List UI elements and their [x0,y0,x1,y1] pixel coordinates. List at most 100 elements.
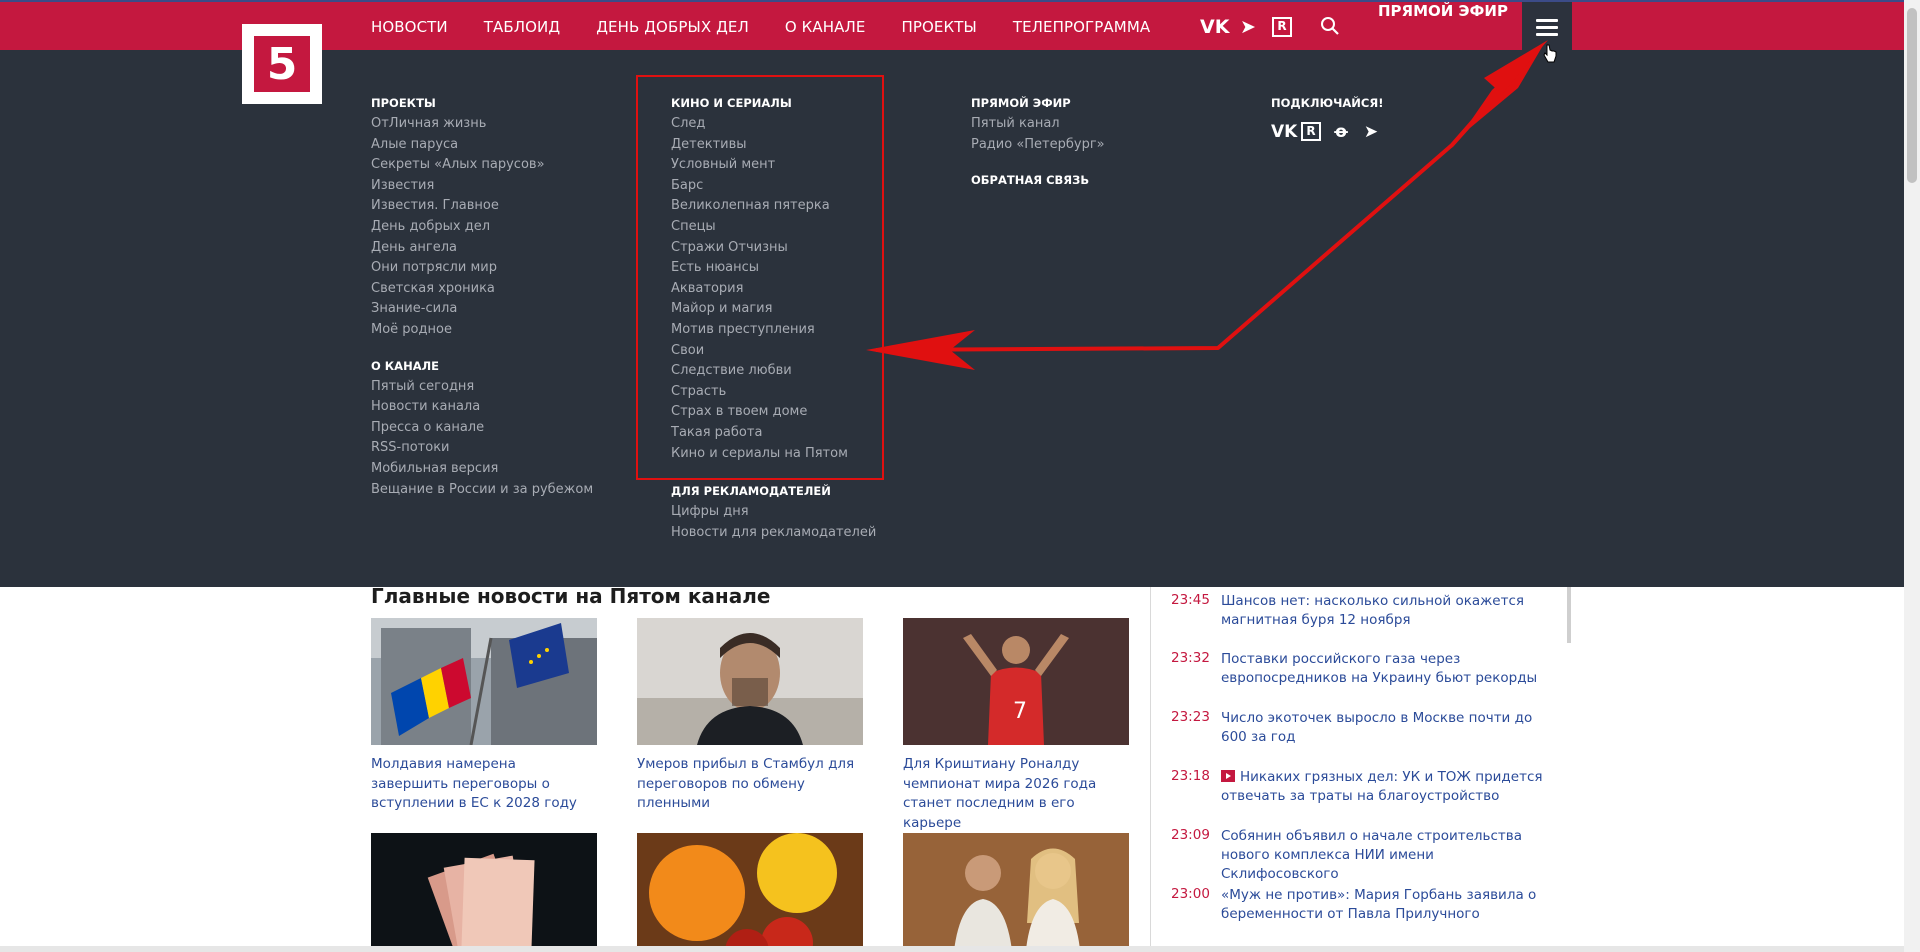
menu-item-series[interactable]: Мотив преступления [671,320,876,341]
menu-item-series[interactable]: Спецы [671,217,876,238]
page-bottom-strip [0,946,1904,952]
menu-list-projects: ОтЛичная жизнь Алые паруса Секреты «Алых п… [371,114,593,341]
menu-item-series[interactable]: Есть нюансы [671,258,876,279]
feed-headline[interactable]: Число экоточек выросло в Москве почти до… [1221,709,1551,747]
menu-item-series[interactable]: Майор и магия [671,299,876,320]
menu-heading-channel[interactable]: О КАНАЛЕ [371,359,593,373]
news-caption[interactable]: Молдавия намерена завершить переговоры о… [371,755,597,814]
rutube-icon[interactable]: R [1301,122,1321,141]
burger-line [1536,18,1558,22]
news-card[interactable] [903,833,1129,952]
menu-item-channel[interactable]: Пресса о канале [371,418,593,439]
menu-item-series[interactable]: Детективы [671,135,876,156]
money-banknotes-photo [371,833,597,952]
news-caption[interactable]: Для Криштиану Роналду чемпионат мира 202… [903,755,1129,833]
feed-scrollbar[interactable] [1567,587,1571,643]
menu-item-advertisers[interactable]: Новости для рекламодателей [671,523,876,544]
menu-heading-feedback[interactable]: ОБРАТНАЯ СВЯЗЬ [971,173,1105,187]
scrollbar-thumb[interactable] [1907,8,1917,183]
menu-item-project[interactable]: Известия. Главное [371,196,593,217]
menu-item-channel[interactable]: Мобильная версия [371,459,593,480]
vk-icon[interactable]: VK [1271,122,1297,142]
feed-time: 23:32 [1171,650,1210,666]
menu-list-channel: Пятый сегодня Новости канала Пресса о кана… [371,377,593,501]
feed-time: 23:23 [1171,709,1210,725]
menu-item-series[interactable]: Барс [671,176,876,197]
page-scrollbar[interactable] [1904,0,1920,952]
news-feed: 23:45 Шансов нет: насколько сильной окаж… [1150,587,1550,952]
news-card[interactable]: 7 Для Криштиану Роналду чемпионат мира 2… [903,618,1129,833]
menu-item-series[interactable]: Свои [671,341,876,362]
telegram-icon[interactable]: ➤ [1361,122,1381,142]
menu-item-project[interactable]: ОтЛичная жизнь [371,114,593,135]
nav-good-deeds-day[interactable]: ДЕНЬ ДОБРЫХ ДЕЛ [596,18,749,36]
citrus-fruits-photo [637,833,863,952]
news-photo[interactable] [637,833,863,952]
menu-item-channel[interactable]: Вещание в России и за рубежом [371,480,593,501]
menu-item-project[interactable]: Моё родное [371,320,593,341]
menu-item-live[interactable]: Пятый канал [971,114,1105,135]
news-card[interactable] [371,833,597,952]
live-broadcast-link[interactable]: ПРЯМОЙ ЭФИР [1378,2,1508,52]
news-photo[interactable] [371,833,597,952]
feed-headline-wrap[interactable]: Никаких грязных дел: УК и ТОЖ придется о… [1221,768,1551,806]
vk-icon[interactable]: VK [1200,16,1229,38]
news-photo[interactable] [371,618,597,745]
main-nav: НОВОСТИ ТАБЛОИД ДЕНЬ ДОБРЫХ ДЕЛ О КАНАЛЕ… [371,2,1186,52]
feed-time: 23:45 [1171,592,1210,608]
menu-item-channel[interactable]: RSS-потоки [371,438,593,459]
menu-item-series[interactable]: Акватория [671,279,876,300]
menu-item-series[interactable]: Следствие любви [671,361,876,382]
menu-item-project[interactable]: День ангела [371,238,593,259]
news-photo[interactable] [637,618,863,745]
nav-projects[interactable]: ПРОЕКТЫ [901,18,976,36]
feed-headline[interactable]: Шансов нет: насколько сильной окажется м… [1221,592,1551,630]
mouse-cursor-icon [1543,44,1557,63]
menu-item-project[interactable]: Знание-сила [371,299,593,320]
subscribe-social-icons: VK R ꝋ ➤ [1271,122,1383,142]
menu-item-series[interactable]: Стражи Отчизны [671,238,876,259]
menu-item-project[interactable]: Светская хроника [371,279,593,300]
menu-item-live[interactable]: Радио «Петербург» [971,135,1105,156]
feed-headline[interactable]: Никаких грязных дел: УК и ТОЖ придется о… [1221,769,1542,804]
feed-headline[interactable]: Собянин объявил о начале строительства н… [1221,827,1551,884]
channel-logo[interactable]: 5 [242,24,322,104]
menu-item-series[interactable]: Великолепная пятерка [671,196,876,217]
news-card[interactable] [637,833,863,952]
menu-item-series[interactable]: Страсть [671,382,876,403]
feed-headline[interactable]: «Муж не против»: Мария Горбань заявила о… [1221,886,1551,924]
logo-mark: 5 [254,36,310,92]
menu-item-series[interactable]: Условный мент [671,155,876,176]
menu-heading-projects[interactable]: ПРОЕКТЫ [371,96,593,110]
nav-news[interactable]: НОВОСТИ [371,18,448,36]
news-photo[interactable] [903,833,1129,952]
odnoklassniki-icon[interactable]: ꝋ [1331,122,1351,142]
rutube-icon[interactable]: R [1272,17,1292,37]
feed-headline[interactable]: Поставки российского газа через европоср… [1221,650,1551,688]
menu-item-project[interactable]: Алые паруса [371,135,593,156]
news-card[interactable]: Умеров прибыл в Стамбул для переговоров … [637,618,863,814]
nav-tabloid[interactable]: ТАБЛОИД [484,18,560,36]
menu-item-series[interactable]: Кино и сериалы на Пятом [671,444,876,465]
news-caption[interactable]: Умеров прибыл в Стамбул для переговоров … [637,755,863,814]
menu-heading-series[interactable]: КИНО И СЕРИАЛЫ [671,96,876,110]
nav-tv-program[interactable]: ТЕЛЕПРОГРАММА [1013,18,1150,36]
menu-item-project[interactable]: Они потрясли мир [371,258,593,279]
menu-item-channel[interactable]: Новости канала [371,397,593,418]
menu-heading-advertisers[interactable]: ДЛЯ РЕКЛАМОДАТЕЛЕЙ [671,484,876,498]
menu-item-project[interactable]: День добрых дел [371,217,593,238]
search-icon[interactable] [1320,16,1340,36]
menu-item-series[interactable]: Такая работа [671,423,876,444]
menu-item-project[interactable]: Известия [371,176,593,197]
news-photo[interactable]: 7 [903,618,1129,745]
menu-item-channel[interactable]: Пятый сегодня [371,377,593,398]
telegram-icon[interactable]: ➤ [1236,16,1260,38]
menu-item-series[interactable]: След [671,114,876,135]
menu-heading-live[interactable]: ПРЯМОЙ ЭФИР [971,96,1105,110]
menu-item-project[interactable]: Секреты «Алых парусов» [371,155,593,176]
menu-item-advertisers[interactable]: Цифры дня [671,502,876,523]
menu-item-series[interactable]: Страх в твоем доме [671,402,876,423]
menu-list-series: След Детективы Условный мент Барс Великолепн… [671,114,876,464]
nav-about-channel[interactable]: О КАНАЛЕ [785,18,866,36]
news-card[interactable]: Молдавия намерена завершить переговоры о… [371,618,597,814]
